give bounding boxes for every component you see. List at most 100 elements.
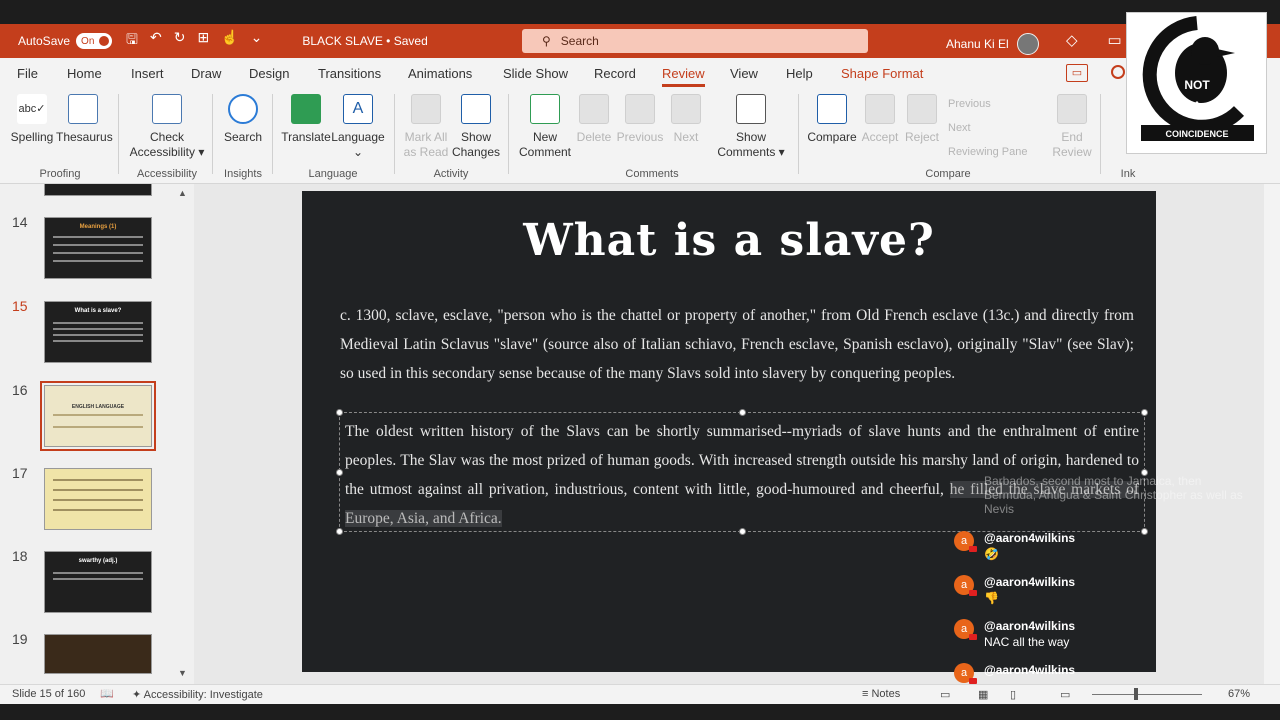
resize-handle[interactable] bbox=[739, 409, 746, 416]
resize-handle[interactable] bbox=[336, 528, 343, 535]
chat-username: @aaron4wilkins bbox=[984, 531, 1076, 545]
thesaurus-label: Thesaurus bbox=[56, 130, 113, 144]
tab-slide-show[interactable]: Slide Show bbox=[503, 66, 568, 81]
tab-file[interactable]: File bbox=[17, 66, 38, 81]
slide-thumbnail-18[interactable]: swarthy (adj.) bbox=[44, 551, 152, 613]
slideshow-view-icon[interactable]: ▭ bbox=[1060, 688, 1070, 701]
slide-thumbnail-16[interactable]: ENGLISH LANGUAGE bbox=[40, 381, 156, 451]
reviewing-pane-button[interactable]: Reviewing Pane bbox=[948, 140, 1028, 164]
tab-insert[interactable]: Insert bbox=[131, 66, 164, 81]
mark-all-as-read-button[interactable]: Mark All as Read bbox=[400, 94, 452, 160]
slide-thumbnail-14[interactable]: Meanings (1) bbox=[44, 217, 152, 279]
scroll-up-icon[interactable]: ▲ bbox=[178, 188, 187, 198]
zoom-level[interactable]: 67% bbox=[1228, 688, 1250, 700]
resize-handle[interactable] bbox=[739, 528, 746, 535]
slide-number-14: 14 bbox=[12, 214, 28, 230]
comments-pane-icon[interactable]: ▭ bbox=[1066, 64, 1088, 82]
window-icon[interactable]: ▭ bbox=[1108, 31, 1122, 49]
thesaurus-book-icon bbox=[68, 94, 98, 124]
end-review-button[interactable]: End Review bbox=[1050, 94, 1094, 160]
spelling-button[interactable]: abc✓ Spelling bbox=[8, 94, 56, 145]
touch-mode-icon[interactable]: ☝ bbox=[221, 29, 238, 53]
reject-label: Reject bbox=[904, 130, 939, 144]
avatar[interactable] bbox=[1016, 33, 1039, 55]
chat-text: 🤣 bbox=[984, 547, 999, 561]
autosave-label: AutoSave bbox=[18, 34, 71, 48]
resize-handle[interactable] bbox=[1141, 409, 1148, 416]
redo-icon[interactable]: ↻ bbox=[174, 29, 186, 53]
chat-avatar: a bbox=[954, 531, 977, 552]
tab-view[interactable]: View bbox=[730, 66, 758, 81]
accessibility-label: Accessibility ▾ bbox=[129, 145, 205, 159]
spelling-icon: abc✓ bbox=[17, 94, 47, 124]
reading-view-icon[interactable]: ▯ bbox=[1010, 688, 1016, 701]
tab-design[interactable]: Design bbox=[249, 66, 289, 81]
search-placeholder: Search bbox=[560, 34, 599, 48]
thesaurus-button[interactable]: Thesaurus bbox=[56, 94, 113, 145]
tab-shape-format[interactable]: Shape Format bbox=[841, 66, 923, 81]
tab-review[interactable]: Review bbox=[662, 66, 705, 87]
record-icon[interactable] bbox=[1111, 65, 1125, 79]
thumb-line bbox=[53, 572, 143, 574]
present-icon[interactable]: ⊞ bbox=[197, 29, 209, 53]
zoom-slider-thumb[interactable] bbox=[1134, 688, 1138, 700]
language-button[interactable]: A Language ⌄ bbox=[330, 94, 386, 160]
customize-qat-icon[interactable]: ⌄ bbox=[251, 29, 263, 53]
undo-icon[interactable]: ↶ bbox=[150, 29, 162, 53]
normal-view-icon[interactable]: ▭ bbox=[940, 688, 950, 701]
search-box[interactable]: ⚲ Search bbox=[522, 29, 868, 53]
spellcheck-status-icon[interactable]: 📖 bbox=[100, 687, 114, 700]
thumb-title: What is a slave? bbox=[74, 308, 122, 314]
slide-thumbnail-13[interactable] bbox=[44, 184, 152, 196]
resize-handle[interactable] bbox=[336, 469, 343, 476]
scroll-down-icon[interactable]: ▼ bbox=[178, 668, 187, 678]
new-comment-button[interactable]: New Comment bbox=[514, 94, 576, 160]
slide-title[interactable]: What is a slave? bbox=[302, 215, 1156, 266]
definition-paragraph[interactable]: c. 1300, sclave, esclave, "person who is… bbox=[340, 301, 1134, 388]
bottom-strip bbox=[0, 704, 1280, 720]
document-title[interactable]: BLACK SLAVE • Saved bbox=[302, 34, 427, 48]
tab-home[interactable]: Home bbox=[67, 66, 102, 81]
show-comments-button[interactable]: Show Comments ▾ bbox=[712, 94, 790, 160]
tab-animations[interactable]: Animations bbox=[408, 66, 472, 81]
reject-button[interactable]: Reject bbox=[902, 94, 942, 145]
premium-diamond-icon[interactable]: ◇ bbox=[1066, 31, 1078, 49]
separator bbox=[272, 94, 273, 174]
not-a-coincidence-logo: NOT A COINCIDENCE bbox=[1126, 12, 1267, 154]
chat-text: 👎 bbox=[984, 591, 999, 605]
delete-comment-button[interactable]: Delete bbox=[574, 94, 614, 145]
resize-handle[interactable] bbox=[336, 409, 343, 416]
notes-button[interactable]: ≡ Notes bbox=[862, 688, 900, 700]
check-accessibility-button[interactable]: Check Accessibility ▾ bbox=[128, 94, 206, 160]
slide-thumbnail-17[interactable] bbox=[44, 468, 152, 530]
previous-comment-button[interactable]: Previous bbox=[616, 94, 664, 145]
user-account[interactable]: Ahanu Ki El bbox=[946, 33, 1039, 55]
crow-logo-icon: NOT A COINCIDENCE bbox=[1141, 16, 1254, 141]
chat-username: @aaron4wilkins bbox=[984, 575, 1076, 589]
translate-button[interactable]: Translate bbox=[280, 94, 332, 145]
slide-sorter-icon[interactable]: ▦ bbox=[978, 688, 988, 701]
next-comment-button[interactable]: Next bbox=[666, 94, 706, 145]
tab-record[interactable]: Record bbox=[594, 66, 636, 81]
compare-button[interactable]: Compare bbox=[804, 94, 860, 145]
tab-draw[interactable]: Draw bbox=[191, 66, 221, 81]
canvas-scrollbar[interactable] bbox=[1264, 184, 1280, 684]
save-icon[interactable]: 🖫 bbox=[126, 29, 138, 53]
chat-username: @aaron4wilkins bbox=[984, 619, 1076, 633]
tab-help[interactable]: Help bbox=[786, 66, 813, 81]
slide-thumbnail-15[interactable]: What is a slave? bbox=[44, 301, 152, 363]
search-insights-button[interactable]: Search bbox=[220, 94, 266, 145]
accept-button[interactable]: Accept bbox=[860, 94, 900, 145]
zoom-slider[interactable] bbox=[1092, 694, 1202, 695]
thumbnail-scrollbar[interactable]: ▲ ▼ bbox=[175, 186, 189, 680]
thumb-line bbox=[53, 340, 143, 342]
next-change-button[interactable]: Next bbox=[948, 116, 1028, 140]
accessibility-status[interactable]: ✦ Accessibility: Investigate bbox=[132, 688, 263, 701]
autosave[interactable]: AutoSave On bbox=[18, 33, 113, 49]
autosave-toggle[interactable]: On bbox=[76, 33, 113, 49]
tab-transitions[interactable]: Transitions bbox=[318, 66, 381, 81]
previous-change-button[interactable]: Previous bbox=[948, 92, 1028, 116]
slide-thumbnail-19[interactable] bbox=[44, 634, 152, 674]
show-changes-button[interactable]: Show Changes bbox=[450, 94, 502, 160]
thumb-line bbox=[53, 236, 143, 238]
